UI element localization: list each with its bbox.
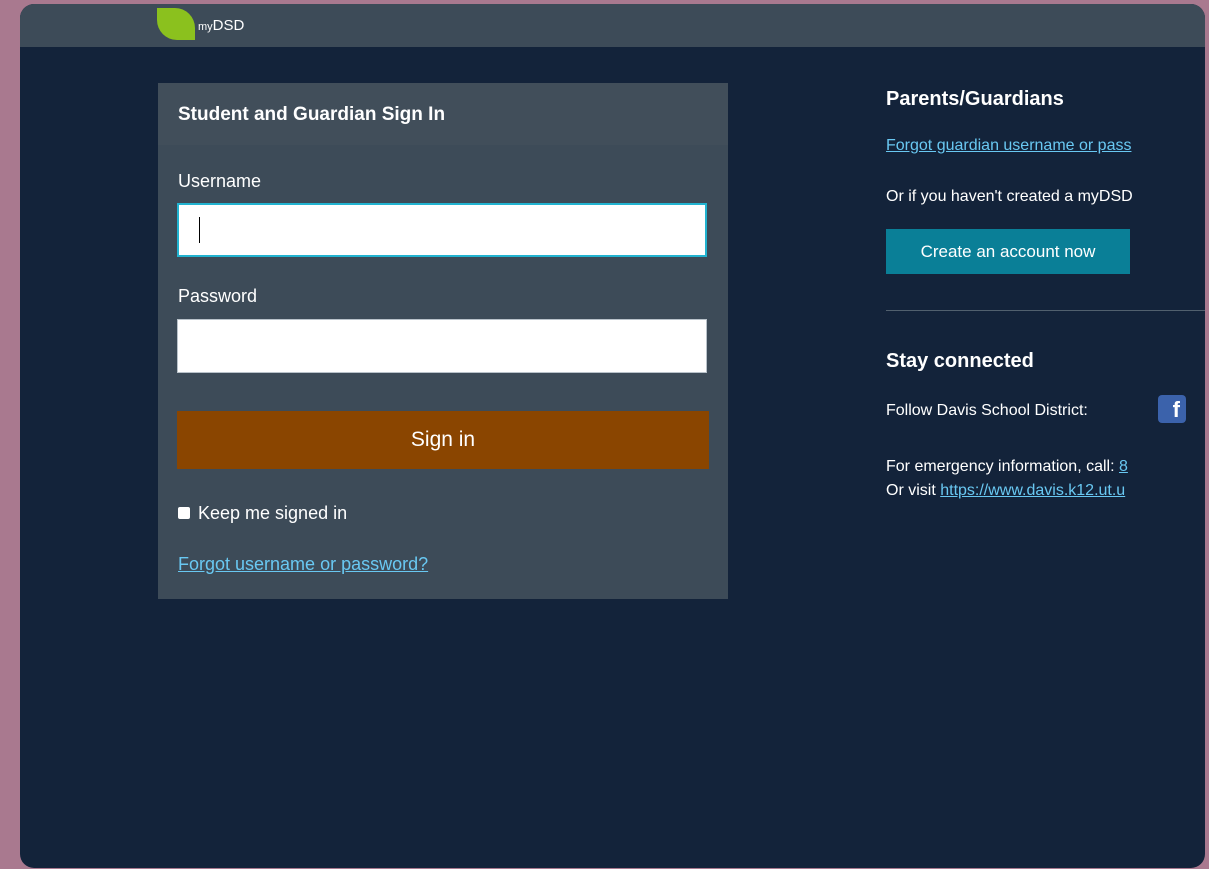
right-sidebar: Parents/Guardians Forgot guardian userna… [886,4,1205,868]
section-divider [886,310,1205,311]
password-input[interactable] [177,319,707,373]
text-caret [199,217,200,243]
browser-window: myDSD Student and Guardian Sign In Usern… [20,4,1205,868]
visit-text: Or visit [886,482,941,499]
parents-heading: Parents/Guardians [886,88,1064,110]
create-account-button[interactable]: Create an account now [886,229,1130,274]
emergency-text: For emergency information, call: [886,458,1119,475]
keep-signed-in-label: Keep me signed in [198,502,348,523]
stay-connected-heading: Stay connected [886,350,1034,372]
leaf-logo-icon[interactable] [157,8,195,40]
signin-panel: Student and Guardian Sign In Username Pa… [158,83,728,599]
forgot-credentials-link[interactable]: Forgot username or password? [178,554,428,575]
signin-panel-title: Student and Guardian Sign In [178,104,446,125]
facebook-icon[interactable]: f [1158,395,1186,423]
district-website-link[interactable]: https://www.davis.k12.ut.u [940,482,1125,499]
follow-text: Follow Davis School District: [886,402,1088,419]
brand-prefix: my [198,21,213,33]
brand-name[interactable]: myDSD [198,17,244,34]
emergency-line: For emergency information, call: 8 [886,458,1128,476]
keep-signed-in-row[interactable]: Keep me signed in [178,502,347,524]
username-label: Username [178,171,262,191]
no-account-text: Or if you haven't created a myDSD [886,188,1133,205]
signin-panel-header: Student and Guardian Sign In [158,83,728,145]
forgot-guardian-link[interactable]: Forgot guardian username or pass [886,137,1131,155]
sign-in-button[interactable]: Sign in [177,411,709,469]
username-input[interactable] [177,203,707,257]
visit-line: Or visit https://www.davis.k12.ut.u [886,482,1125,500]
brand-suffix: DSD [212,17,245,34]
emergency-phone-link[interactable]: 8 [1119,458,1128,475]
keep-signed-in-checkbox[interactable] [178,507,190,519]
password-label: Password [178,286,258,306]
